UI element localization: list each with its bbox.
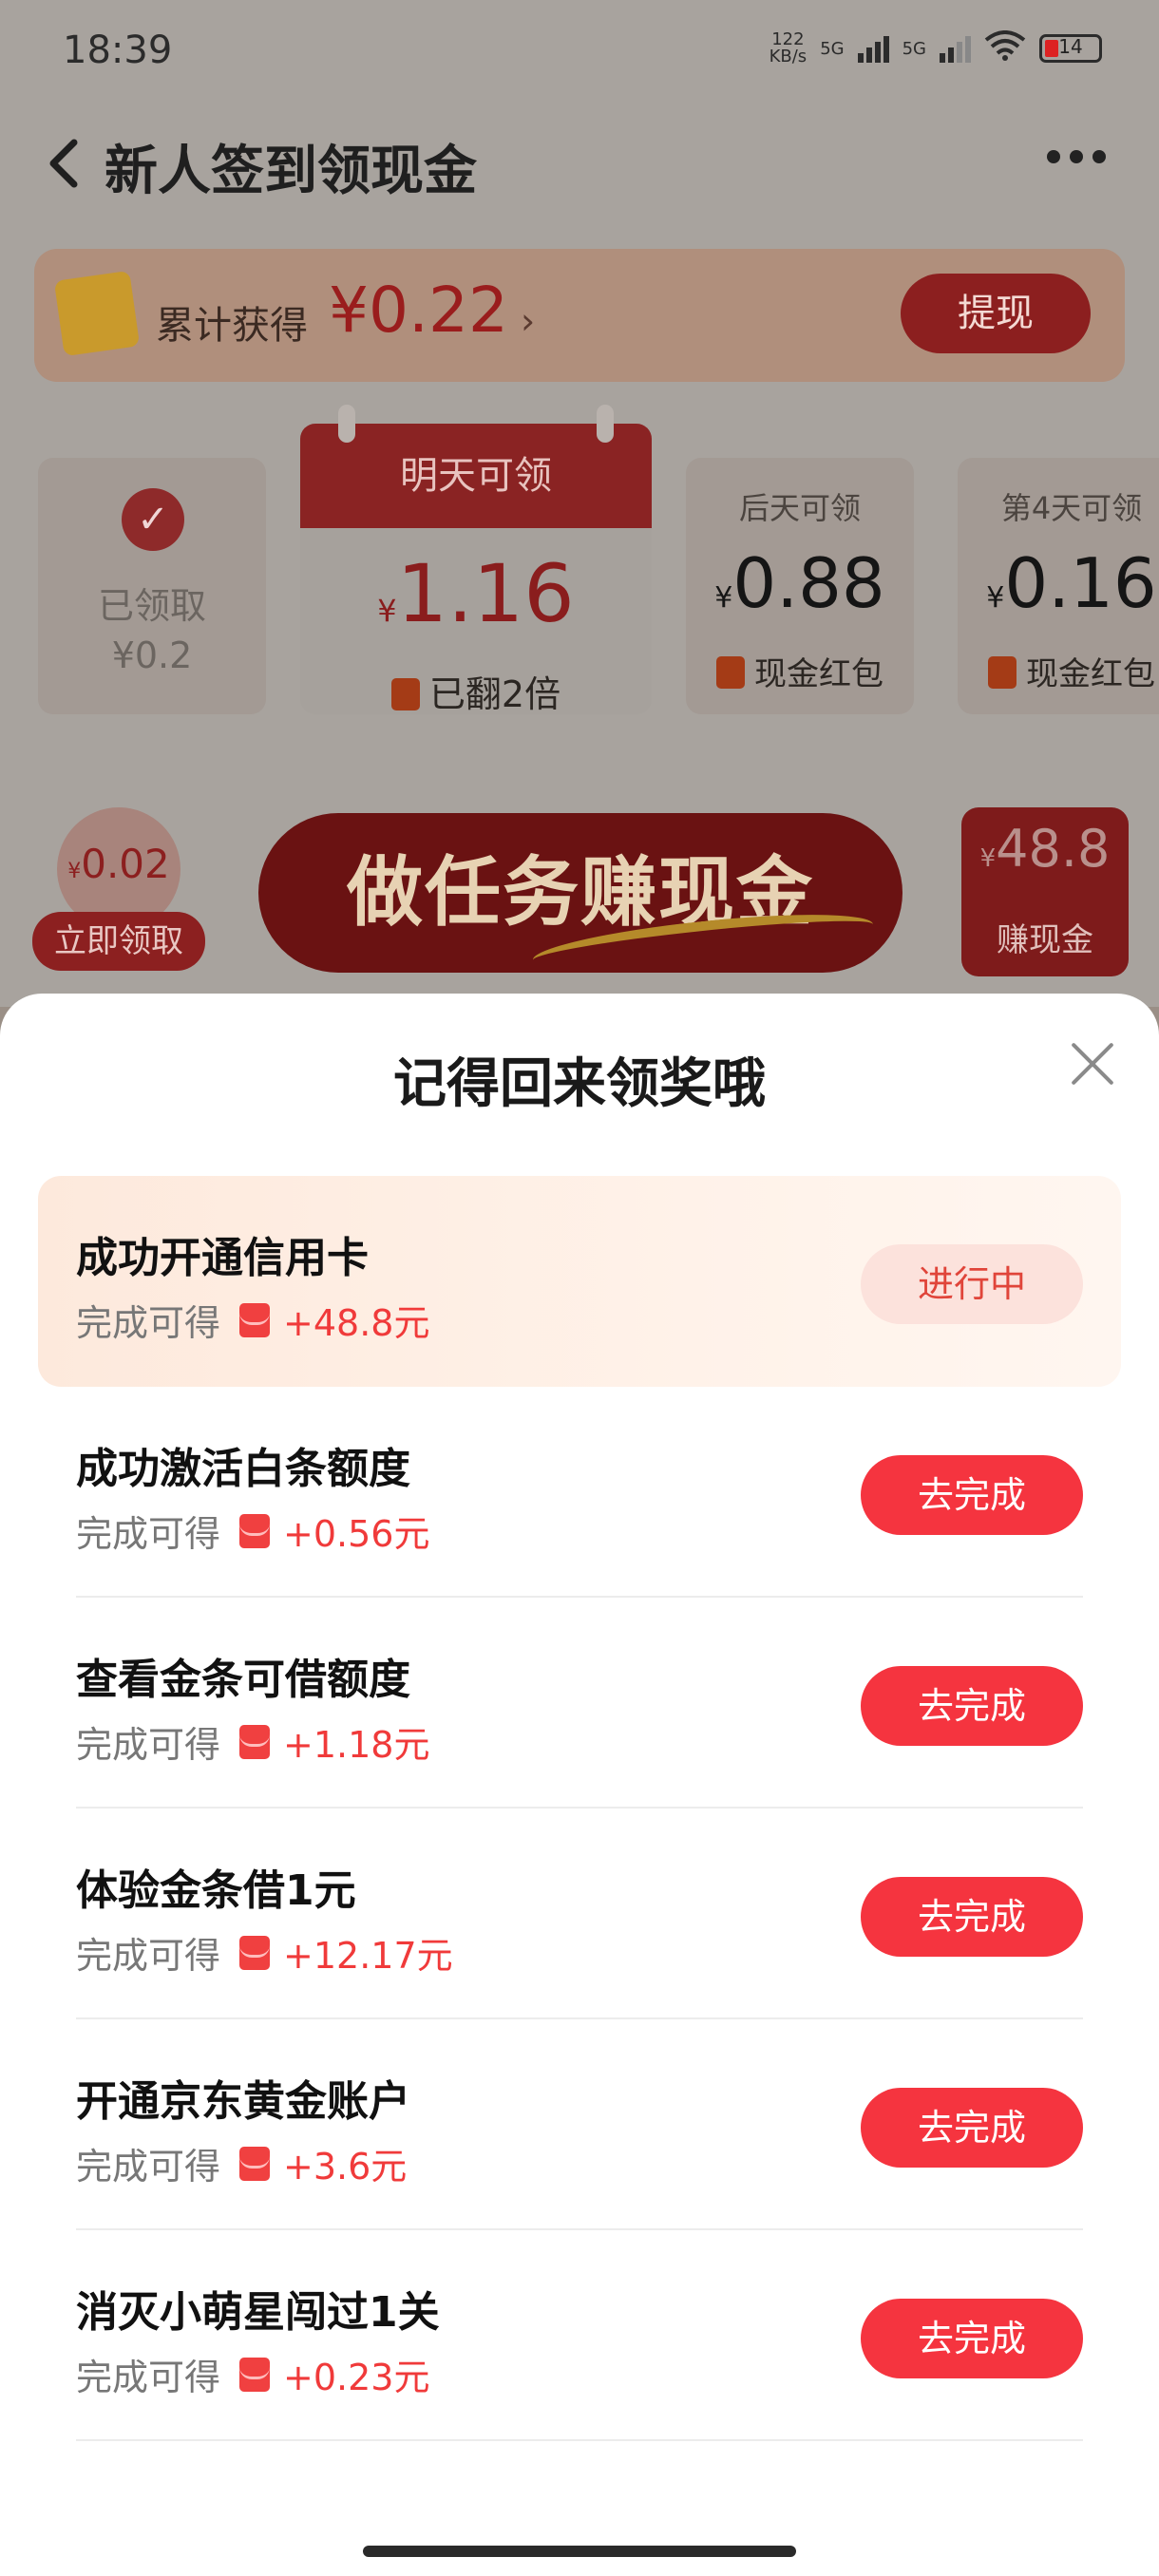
task-reward-prefix: 完成可得 [76, 1935, 221, 1977]
day-amount: ¥1.16 [377, 547, 575, 640]
task-row: 消灭小萌星闯过1关完成可得 +0.23元 去完成 [38, 2230, 1121, 2441]
row-divider [76, 2439, 1083, 2441]
task-reward-amount: +48.8元 [283, 1302, 430, 1344]
task-reward-prefix: 完成可得 [76, 1724, 221, 1766]
task-reward-amount: +1.18元 [283, 1724, 430, 1766]
task-row: 成功激活白条额度完成可得 +0.56元 去完成 [38, 1387, 1121, 1598]
net-speed: 122 KB/s [769, 29, 808, 66]
status-time: 18:39 [63, 28, 173, 72]
sheet-title: 记得回来领奖哦 [393, 1053, 766, 1115]
task-reward-prefix: 完成可得 [76, 2146, 221, 2188]
go-complete-button[interactable]: 去完成 [861, 1666, 1083, 1746]
go-complete-button[interactable]: 去完成 [861, 1877, 1083, 1957]
status-indicators: 122 KB/s 5G 5G 14 [770, 30, 1102, 66]
day-caption: 第4天可领 [1000, 490, 1143, 526]
day-amount: ¥0.88 [714, 543, 885, 623]
network-type-2: 5G [902, 38, 926, 59]
task-reward-line: 完成可得 +3.6元 [76, 2137, 407, 2189]
earnings-mascot-icon [53, 270, 141, 357]
day-card-tomorrow[interactable]: 明天可领 ¥1.16 已翻2倍 [300, 405, 652, 717]
home-indicator[interactable] [363, 2546, 796, 2557]
more-icon[interactable] [1047, 150, 1106, 163]
task-row: 成功开通信用卡完成可得 +48.8元 进行中 [38, 1176, 1121, 1387]
red-packet-icon [239, 1935, 271, 1970]
day-card-day4: 第4天可领 ¥0.16 现金红包 [958, 458, 1159, 714]
bonus-value: ¥0.02 [67, 841, 170, 887]
task-title: 查看金条可借额度 [76, 1656, 410, 1704]
task-reward-amount: +3.6元 [283, 2146, 408, 2188]
task-title: 体验金条借1元 [76, 1866, 356, 1915]
red-packet-icon [239, 2357, 271, 2392]
red-packet-icon [239, 2146, 271, 2181]
day-value: ¥0.2 [111, 635, 193, 676]
day-tag: 现金红包 [686, 648, 914, 694]
go-complete-button[interactable]: 去完成 [861, 2088, 1083, 2168]
task-reward-line: 完成可得 +0.56元 [76, 1505, 429, 1557]
day-card-day3: 后天可领 ¥0.88 现金红包 [686, 458, 914, 714]
close-icon[interactable] [1070, 1041, 1115, 1087]
task-row: 体验金条借1元完成可得 +12.17元 去完成 [38, 1809, 1121, 2019]
day-state: 已领取 [97, 585, 206, 627]
task-reward-line: 完成可得 +48.8元 [76, 1294, 429, 1346]
task-title: 成功激活白条额度 [76, 1445, 410, 1493]
task-reward-prefix: 完成可得 [76, 1513, 221, 1555]
wifi-icon [984, 30, 1026, 66]
day-tag: 现金红包 [958, 648, 1159, 694]
claim-now-button[interactable]: 立即领取 [32, 912, 205, 971]
red-packet-icon [988, 656, 1016, 689]
in-progress-button[interactable]: 进行中 [861, 1244, 1083, 1324]
day-amount: ¥0.16 [986, 543, 1157, 623]
back-icon[interactable] [38, 125, 91, 201]
signal-icon-2 [940, 34, 971, 63]
go-complete-button[interactable]: 去完成 [861, 2299, 1083, 2378]
task-title: 成功开通信用卡 [76, 1234, 369, 1282]
red-packet-icon [716, 656, 745, 689]
withdraw-button[interactable]: 提现 [901, 274, 1091, 353]
signal-icon [857, 34, 889, 63]
red-packet-icon [239, 1302, 271, 1337]
network-type-1: 5G [820, 38, 845, 59]
side-reward-value: ¥48.8 [979, 819, 1111, 879]
side-reward-label: 赚现金 [997, 921, 1093, 959]
task-reward-amount: +12.17元 [283, 1935, 453, 1977]
calendar-ring-icon [597, 405, 614, 443]
task-reward-prefix: 完成可得 [76, 1302, 221, 1344]
chevron-right-icon[interactable]: › [521, 300, 535, 342]
calendar-ring-icon [338, 405, 355, 443]
task-reward-amount: +0.23元 [283, 2357, 430, 2398]
go-complete-button[interactable]: 去完成 [861, 1455, 1083, 1535]
day-caption: 后天可领 [738, 490, 861, 526]
battery-level: 14 [1058, 35, 1083, 58]
red-packet-icon [390, 678, 420, 710]
check-icon: ✓ [122, 488, 184, 551]
page-title: 新人签到领现金 [104, 141, 477, 202]
task-row: 查看金条可借额度完成可得 +1.18元 去完成 [38, 1598, 1121, 1809]
day-tag: 已翻2倍 [300, 665, 652, 717]
task-row: 开通京东黄金账户完成可得 +3.6元 去完成 [38, 2019, 1121, 2230]
task-reward-line: 完成可得 +1.18元 [76, 1715, 429, 1768]
earnings-label: 累计获得 [156, 304, 308, 348]
red-packet-icon [239, 1724, 271, 1759]
task-reward-line: 完成可得 +0.23元 [76, 2348, 429, 2400]
task-reward-prefix: 完成可得 [76, 2357, 221, 2398]
day-card-claimed: ✓ 已领取 ¥0.2 [38, 458, 266, 714]
task-title: 消灭小萌星闯过1关 [76, 2288, 440, 2337]
red-packet-icon [239, 1513, 271, 1548]
earnings-amount[interactable]: ¥0.22 [329, 274, 508, 347]
task-reward-amount: +0.56元 [283, 1513, 430, 1555]
task-title: 开通京东黄金账户 [76, 2077, 410, 2126]
task-reward-line: 完成可得 +12.17元 [76, 1926, 453, 1979]
battery-icon: 14 [1039, 34, 1102, 63]
